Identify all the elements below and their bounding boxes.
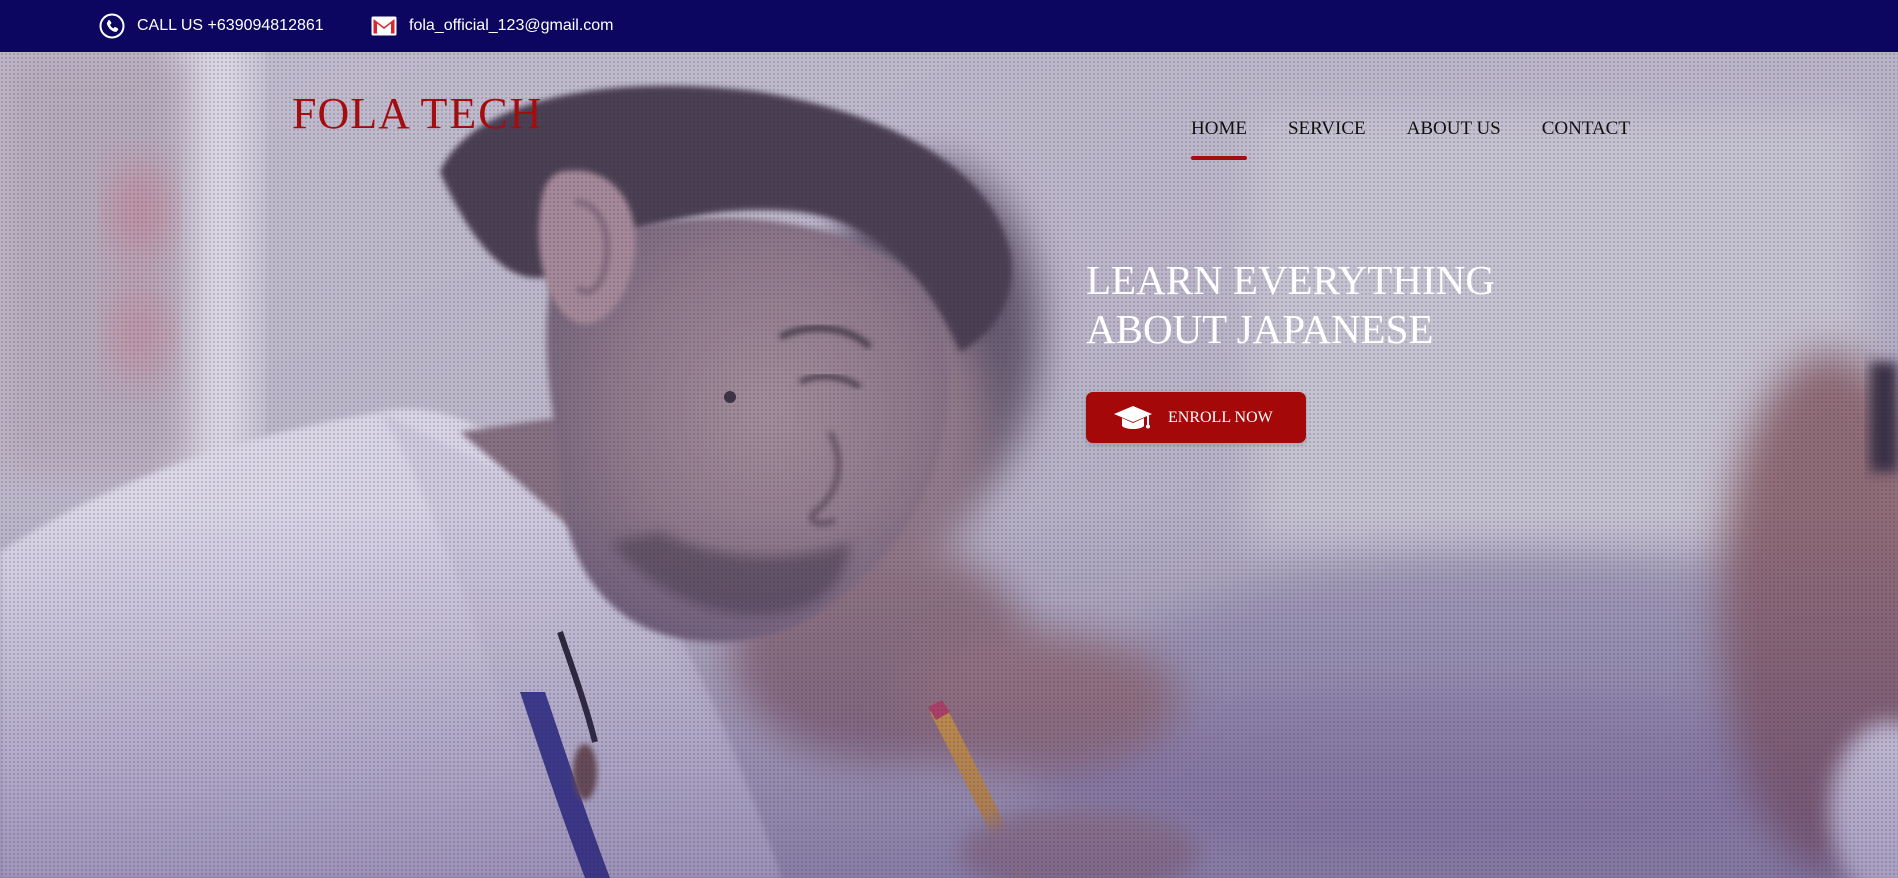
logo-text-primary: FOLA [292, 89, 409, 138]
hero-section [0, 52, 1898, 878]
hero-headline-line-1: LEARN EVERYTHING [1086, 257, 1495, 303]
hero-headline: LEARN EVERYTHING ABOUT JAPANESE [1086, 256, 1646, 354]
email-contact[interactable]: fola_official_123@gmail.com [371, 0, 614, 52]
page: CALL US +639094812861 fola_official_123@… [0, 0, 1898, 878]
phone-icon [99, 13, 125, 39]
graduation-cap-icon [1112, 403, 1154, 433]
phone-text: CALL US +639094812861 [137, 17, 324, 34]
nav-about-us[interactable]: ABOUT US [1407, 118, 1501, 154]
mail-icon [371, 16, 397, 36]
email-link[interactable]: fola_official_123@gmail.com [409, 17, 614, 35]
phone-contact[interactable]: CALL US +639094812861 [99, 0, 324, 52]
enroll-now-button[interactable]: ENROLL NOW [1086, 392, 1306, 443]
main-nav: HOME SERVICE ABOUT US CONTACT [1191, 118, 1630, 160]
site-logo[interactable]: FOLA TECH [292, 92, 543, 136]
logo-text-secondary: TECH [420, 89, 544, 138]
enroll-now-label: ENROLL NOW [1168, 408, 1273, 426]
top-contact-bar: CALL US +639094812861 fola_official_123@… [0, 0, 1898, 52]
nav-contact[interactable]: CONTACT [1542, 118, 1630, 154]
hero-background-photo [0, 52, 1898, 878]
hero-headline-line-2: ABOUT JAPANESE [1086, 306, 1434, 352]
nav-home[interactable]: HOME [1191, 118, 1247, 160]
nav-service[interactable]: SERVICE [1288, 118, 1366, 154]
